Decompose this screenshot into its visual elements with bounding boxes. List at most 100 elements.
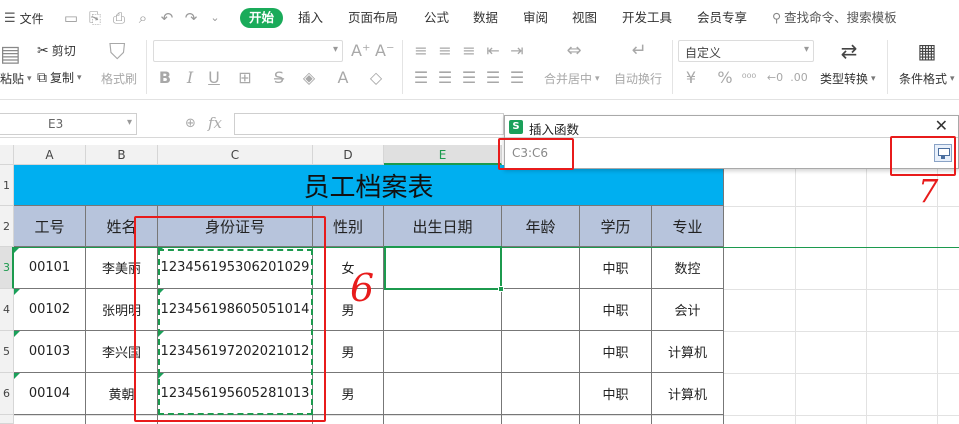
merge-icon[interactable]: ⇔ <box>562 42 586 60</box>
currency-icon[interactable]: ¥ <box>682 69 700 87</box>
table-cell[interactable]: 00101 <box>14 247 86 289</box>
clear-format-icon[interactable]: ◇ <box>367 69 385 87</box>
table-cell[interactable]: 计算机 <box>652 331 724 373</box>
customize-chevron-icon[interactable]: ⌄ <box>206 9 224 27</box>
file-menu[interactable]: ☰ 文件 <box>4 9 44 27</box>
type-convert-button[interactable]: 类型转换 ▾ <box>820 70 876 87</box>
conditional-format-button[interactable]: 条件格式 ▾ <box>899 70 955 87</box>
percent-icon[interactable]: % <box>716 69 734 87</box>
row-header-2[interactable]: 2 <box>0 206 14 247</box>
table-cell[interactable] <box>502 247 580 289</box>
table-cell[interactable] <box>502 331 580 373</box>
select-all-corner[interactable] <box>0 145 14 165</box>
header-cell-id[interactable]: 工号 <box>14 206 86 247</box>
export-icon[interactable]: ⎘ <box>86 9 104 27</box>
table-cell[interactable]: 中职 <box>580 373 652 415</box>
fx-icon[interactable]: fx <box>208 114 222 132</box>
column-header-a[interactable]: A <box>14 145 86 165</box>
align-center-icon[interactable]: ☰ <box>436 69 454 87</box>
table-cell[interactable] <box>384 331 502 373</box>
table-cell[interactable]: 中职 <box>580 289 652 331</box>
table-cell[interactable]: 00104 <box>14 373 86 415</box>
table-cell[interactable] <box>502 415 580 424</box>
fill-handle[interactable] <box>498 286 504 292</box>
header-cell-education[interactable]: 学历 <box>580 206 652 247</box>
increase-font-icon[interactable]: A⁺ <box>351 42 370 60</box>
table-cell[interactable]: 00103 <box>14 331 86 373</box>
format-painter-icon[interactable]: ⛉ <box>109 40 126 65</box>
cut-button[interactable]: ✂ 剪切 <box>37 42 76 59</box>
paste-clipboard-icon[interactable]: ▤ <box>0 42 22 67</box>
wrap-text-icon[interactable]: ↵ <box>627 42 651 60</box>
number-format-select[interactable]: 自定义 ▾ <box>678 40 814 62</box>
table-cell[interactable]: 数控 <box>652 247 724 289</box>
align-middle-icon[interactable]: ≡ <box>436 42 454 60</box>
table-cell[interactable]: 计算机 <box>652 373 724 415</box>
tab-home[interactable]: 开始 <box>240 8 284 28</box>
tab-view[interactable]: 视图 <box>572 8 597 28</box>
column-header-e[interactable]: E <box>384 145 502 165</box>
align-left-icon[interactable]: ☰ <box>412 69 430 87</box>
distributed-align-icon[interactable]: ☰ <box>508 69 526 87</box>
zoom-icon[interactable]: ⊕ <box>185 116 196 131</box>
indent-increase-icon[interactable]: ⇥ <box>508 42 526 60</box>
header-cell-major[interactable]: 专业 <box>652 206 724 247</box>
underline-icon[interactable]: U <box>205 69 223 87</box>
italic-icon[interactable]: I <box>181 69 199 87</box>
print-preview-icon[interactable]: ⌕ <box>134 9 152 27</box>
tab-member[interactable]: 会员专享 <box>697 8 747 28</box>
command-search[interactable]: ⚲ 查找命令、搜索模板 <box>772 8 897 28</box>
table-cell[interactable]: 00102 <box>14 289 86 331</box>
row-header-4[interactable]: 4 <box>0 289 14 331</box>
align-bottom-icon[interactable]: ≡ <box>460 42 478 60</box>
strikethrough-icon[interactable]: S̶ <box>270 69 288 87</box>
align-top-icon[interactable]: ≡ <box>412 42 430 60</box>
tab-page-layout[interactable]: 页面布局 <box>348 8 398 28</box>
table-cell[interactable]: 中职 <box>580 247 652 289</box>
undo-icon[interactable]: ↶ <box>158 9 176 27</box>
thousands-separator-icon[interactable]: ⁰⁰⁰ <box>740 69 758 87</box>
table-cell[interactable] <box>502 373 580 415</box>
auto-wrap-button[interactable]: 自动换行 <box>614 70 662 87</box>
name-box[interactable]: E3 ▾ <box>0 113 137 135</box>
table-cell[interactable] <box>384 373 502 415</box>
row-header-3[interactable]: 3 <box>0 247 14 289</box>
table-cell[interactable] <box>384 415 502 424</box>
table-cell[interactable] <box>502 289 580 331</box>
align-justify-icon[interactable]: ☰ <box>484 69 502 87</box>
tab-developer[interactable]: 开发工具 <box>622 8 672 28</box>
conditional-format-icon[interactable]: ▦ <box>916 41 938 61</box>
column-header-c[interactable]: C <box>158 145 313 165</box>
print-icon[interactable]: ⎙ <box>110 9 128 27</box>
font-name-select[interactable]: ▾ <box>153 40 343 62</box>
row-header-1[interactable]: 1 <box>0 165 14 206</box>
decrease-decimal-icon[interactable]: .00 <box>790 69 808 87</box>
bold-icon[interactable]: B <box>156 69 174 87</box>
table-cell[interactable]: 中职 <box>580 331 652 373</box>
increase-decimal-icon[interactable]: ←0 <box>766 69 784 87</box>
table-cell[interactable] <box>580 415 652 424</box>
font-color-icon[interactable]: A <box>334 69 352 87</box>
save-icon[interactable]: ▭ <box>62 9 80 27</box>
tab-insert[interactable]: 插入 <box>298 8 323 28</box>
tab-data[interactable]: 数据 <box>473 8 498 28</box>
column-header-d[interactable]: D <box>313 145 384 165</box>
header-cell-age[interactable]: 年龄 <box>502 206 580 247</box>
row-header-7[interactable] <box>0 415 14 424</box>
redo-icon[interactable]: ↷ <box>182 9 200 27</box>
dialog-titlebar[interactable]: S 插入函数 ✕ <box>505 116 958 138</box>
border-icon[interactable]: ⊞ <box>236 69 254 87</box>
tab-formulas[interactable]: 公式 <box>424 8 449 28</box>
copy-button[interactable]: ⧉ 复制 ▾ <box>37 69 82 86</box>
indent-decrease-icon[interactable]: ⇤ <box>484 42 502 60</box>
merge-center-button[interactable]: 合并居中 ▾ <box>544 70 600 87</box>
sheet-title-cell[interactable]: 员工档案表 <box>14 165 724 206</box>
table-cell[interactable] <box>14 415 86 424</box>
type-convert-icon[interactable]: ⇄ <box>838 41 860 61</box>
table-cell[interactable] <box>384 289 502 331</box>
header-cell-birth-date[interactable]: 出生日期 <box>384 206 502 247</box>
paste-button[interactable]: 粘贴 ▾ <box>0 70 32 87</box>
decrease-font-icon[interactable]: A⁻ <box>375 42 394 60</box>
row-header-5[interactable]: 5 <box>0 331 14 373</box>
close-icon[interactable]: ✕ <box>935 116 948 135</box>
